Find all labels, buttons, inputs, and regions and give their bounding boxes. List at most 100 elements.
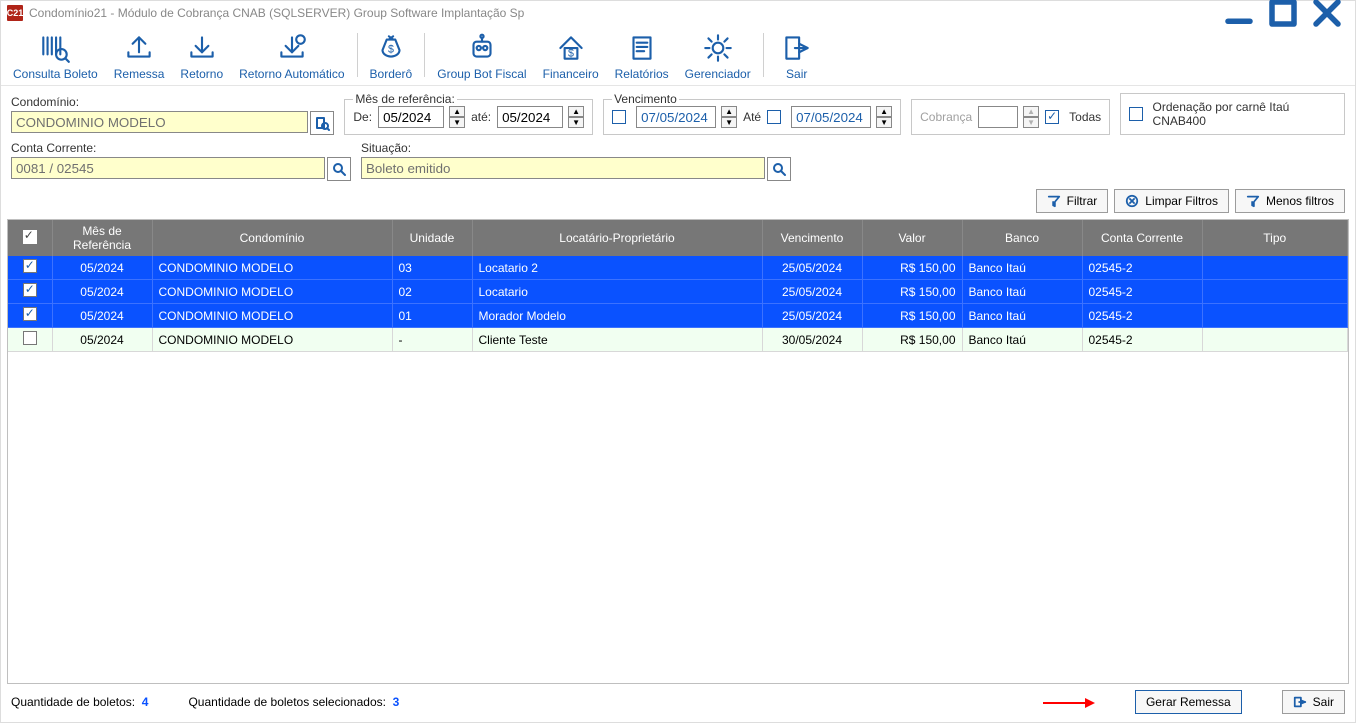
toolbar-retorno[interactable]: Retorno: [172, 29, 231, 85]
auto-download-icon: [275, 31, 309, 65]
sair-button[interactable]: Sair: [1282, 690, 1345, 714]
venc-de-spinner[interactable]: ▲▼: [721, 106, 737, 128]
table-row[interactable]: 05/2024CONDOMINIO MODELO01Morador Modelo…: [8, 304, 1348, 328]
venc-legend: Vencimento: [612, 92, 679, 106]
cell-mes: 05/2024: [52, 304, 152, 328]
cell-locatario: Locatario 2: [472, 256, 762, 280]
row-checkbox[interactable]: [23, 331, 37, 345]
venc-ate-input[interactable]: [791, 106, 871, 128]
header-tipo[interactable]: Tipo: [1202, 220, 1348, 256]
spin-down-icon[interactable]: ▼: [876, 117, 892, 128]
toolbar-bordero[interactable]: $ Borderô: [362, 29, 421, 85]
mes-referencia-group: Mês de referência: De: ▲▼ até: ▲▼: [344, 92, 593, 135]
cell-tipo: [1202, 328, 1348, 352]
cell-tipo: [1202, 304, 1348, 328]
header-conta[interactable]: Conta Corrente: [1082, 220, 1202, 256]
header-valor[interactable]: Valor: [862, 220, 962, 256]
header-banco[interactable]: Banco: [962, 220, 1082, 256]
conta-lookup-button[interactable]: [327, 157, 351, 181]
conta-input[interactable]: [11, 157, 325, 179]
close-button[interactable]: [1305, 1, 1349, 25]
venc-ate-label: Até: [743, 110, 761, 124]
mes-de-input[interactable]: [378, 106, 444, 128]
condominio-lookup-button[interactable]: [310, 111, 334, 135]
ordenacao-checkbox[interactable]: [1129, 107, 1142, 121]
mes-ate-spinner[interactable]: ▲▼: [568, 106, 584, 128]
situacao-input[interactable]: [361, 157, 765, 179]
qt-sel-label: Quantidade de boletos selecionados:: [188, 695, 385, 709]
toolbar-separator: [424, 33, 425, 77]
cell-condominio: CONDOMINIO MODELO: [152, 328, 392, 352]
todas-checkbox[interactable]: [1045, 110, 1059, 124]
spin-down-icon[interactable]: ▼: [568, 117, 584, 128]
header-condominio[interactable]: Condomínio: [152, 220, 392, 256]
cell-condominio: CONDOMINIO MODELO: [152, 280, 392, 304]
button-label: Sair: [1313, 695, 1334, 709]
spin-up-icon[interactable]: ▲: [721, 106, 737, 117]
svg-text:$: $: [388, 43, 394, 55]
filters-panel: Condomínio: Mês de referência: De: ▲▼ at…: [1, 86, 1355, 185]
toolbar-label: Borderô: [370, 67, 413, 81]
mes-de-label: De:: [353, 110, 372, 124]
minimize-button[interactable]: [1217, 1, 1261, 25]
header-locatario[interactable]: Locatário-Proprietário: [472, 220, 762, 256]
spin-up-icon[interactable]: ▲: [449, 106, 465, 117]
toolbar-retorno-automatico[interactable]: Retorno Automático: [231, 29, 352, 85]
cell-locatario: Cliente Teste: [472, 328, 762, 352]
select-all-checkbox[interactable]: [23, 230, 37, 244]
toolbar-consulta-boleto[interactable]: Consulta Boleto: [5, 29, 106, 85]
toolbar-gerenciador[interactable]: Gerenciador: [677, 29, 759, 85]
venc-ate-checkbox[interactable]: [767, 110, 781, 124]
cobranca-spinner: ▲▼: [1023, 106, 1039, 128]
main-toolbar: Consulta Boleto Remessa Retorno Retorno …: [1, 25, 1355, 86]
menos-filtros-button[interactable]: Menos filtros: [1235, 189, 1345, 213]
cell-condominio: CONDOMINIO MODELO: [152, 304, 392, 328]
toolbar-relatorios[interactable]: Relatórios: [607, 29, 677, 85]
ordenacao-group: Ordenação por carnê Itaú CNAB400: [1120, 93, 1345, 135]
spin-up-icon[interactable]: ▲: [568, 106, 584, 117]
venc-ate-spinner[interactable]: ▲▼: [876, 106, 892, 128]
row-checkbox[interactable]: [23, 259, 37, 273]
app-window: C21 Condomínio21 - Módulo de Cobrança CN…: [0, 0, 1356, 723]
table-row[interactable]: 05/2024CONDOMINIO MODELO-Cliente Teste30…: [8, 328, 1348, 352]
gerar-remessa-button[interactable]: Gerar Remessa: [1135, 690, 1242, 714]
toolbar-sair[interactable]: Sair: [768, 29, 826, 85]
situacao-lookup-button[interactable]: [767, 157, 791, 181]
mes-ate-label: até:: [471, 110, 491, 124]
mes-de-spinner[interactable]: ▲▼: [449, 106, 465, 128]
header-select-all[interactable]: [8, 220, 52, 256]
cell-valor: R$ 150,00: [862, 328, 962, 352]
header-mes-ref[interactable]: Mês de Referência: [52, 220, 152, 256]
venc-de-input[interactable]: [636, 106, 716, 128]
condominio-input[interactable]: [11, 111, 308, 133]
button-label: Filtrar: [1067, 194, 1098, 208]
header-vencimento[interactable]: Vencimento: [762, 220, 862, 256]
vencimento-group: Vencimento ▲▼ Até ▲▼: [603, 92, 901, 135]
filtrar-button[interactable]: Filtrar: [1036, 189, 1109, 213]
spin-down-icon[interactable]: ▼: [721, 117, 737, 128]
row-checkbox[interactable]: [23, 283, 37, 297]
limpar-filtros-button[interactable]: Limpar Filtros: [1114, 189, 1229, 213]
grid-header-row: Mês de Referência Condomínio Unidade Loc…: [8, 220, 1348, 256]
maximize-button[interactable]: [1261, 1, 1305, 25]
row-checkbox[interactable]: [23, 307, 37, 321]
table-row[interactable]: 05/2024CONDOMINIO MODELO02Locatario25/05…: [8, 280, 1348, 304]
spin-up-icon[interactable]: ▲: [876, 106, 892, 117]
cell-condominio: CONDOMINIO MODELO: [152, 256, 392, 280]
table-row[interactable]: 05/2024CONDOMINIO MODELO03Locatario 225/…: [8, 256, 1348, 280]
mes-ate-input[interactable]: [497, 106, 563, 128]
todas-label: Todas: [1069, 110, 1101, 124]
cobranca-label: Cobrança: [920, 110, 972, 124]
spin-down-icon[interactable]: ▼: [449, 117, 465, 128]
toolbar-group-bot-fiscal[interactable]: Group Bot Fiscal: [429, 29, 534, 85]
cell-unidade: 03: [392, 256, 472, 280]
venc-de-checkbox[interactable]: [612, 110, 626, 124]
clear-filter-icon: [1125, 194, 1139, 208]
spin-up-icon: ▲: [1023, 106, 1039, 117]
robot-icon: [465, 31, 499, 65]
toolbar-remessa[interactable]: Remessa: [106, 29, 173, 85]
spin-down-icon: ▼: [1023, 117, 1039, 128]
toolbar-financeiro[interactable]: $ Financeiro: [535, 29, 607, 85]
funnel-collapse-icon: [1246, 194, 1260, 208]
header-unidade[interactable]: Unidade: [392, 220, 472, 256]
